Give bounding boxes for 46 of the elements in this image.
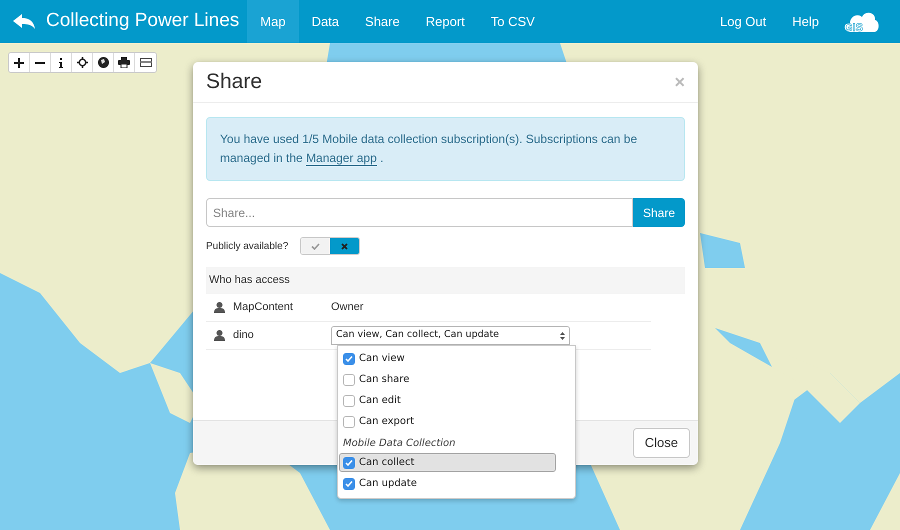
checkbox[interactable]: [343, 416, 355, 428]
select-arrows-icon: [560, 332, 565, 340]
back-arrow-icon[interactable]: [13, 14, 35, 30]
app-title: Collecting Power Lines: [46, 9, 240, 34]
checkbox[interactable]: [343, 352, 355, 364]
nav-link[interactable]: Log Out: [706, 12, 780, 32]
cross-icon: [341, 242, 348, 250]
check-icon: [311, 242, 320, 250]
role-text: Owner: [331, 300, 364, 316]
checkbox[interactable]: [343, 394, 355, 406]
globe-icon: [98, 57, 108, 68]
permission-option[interactable]: Can edit: [339, 391, 556, 410]
manager-app-link[interactable]: Manager app: [306, 151, 377, 166]
permission-option[interactable]: Can view: [339, 349, 556, 368]
nav-link[interactable]: Help: [779, 12, 832, 32]
checkbox[interactable]: [343, 456, 355, 468]
checkbox[interactable]: [343, 478, 355, 490]
permission-option[interactable]: Can collect: [339, 453, 556, 472]
public-label: Publicly available?: [206, 240, 288, 254]
nav-tab[interactable]: To CSV: [478, 0, 548, 43]
close-button[interactable]: Close: [632, 428, 690, 458]
subscription-notice: You have used 1/5 Mobile data collection subscription(s). Subscriptions can be managed in the Manager app .: [206, 117, 685, 181]
share-button[interactable]: Share: [632, 198, 685, 227]
info-icon: [59, 58, 63, 68]
access-heading: Who has access: [209, 273, 290, 288]
permission-option[interactable]: Can update: [339, 474, 556, 493]
crosshair-icon: [76, 57, 88, 68]
nav-tab[interactable]: Share: [352, 0, 413, 43]
nav-tab[interactable]: Data: [298, 0, 352, 43]
public-toggle[interactable]: [300, 237, 360, 255]
layout-icon: [140, 58, 152, 67]
nav-tab[interactable]: Map: [247, 0, 299, 43]
permission-select[interactable]: Can view, Can collect, Can update: [331, 326, 570, 345]
zoom-in-icon: [14, 58, 24, 68]
share-input-field[interactable]: Share...: [206, 198, 633, 227]
permission-option[interactable]: Can export: [339, 412, 556, 431]
user-name: MapContent: [233, 300, 294, 316]
user-icon: [214, 302, 225, 313]
checkbox[interactable]: [343, 374, 355, 386]
dialog-title: Share: [206, 69, 262, 96]
permission-option[interactable]: Can share: [339, 370, 556, 389]
nav-tab[interactable]: Report: [412, 0, 478, 43]
group-label: Mobile Data Collection: [342, 436, 456, 450]
print-icon: [118, 57, 130, 68]
user-name: dino: [233, 328, 255, 344]
user-icon: [214, 330, 225, 341]
